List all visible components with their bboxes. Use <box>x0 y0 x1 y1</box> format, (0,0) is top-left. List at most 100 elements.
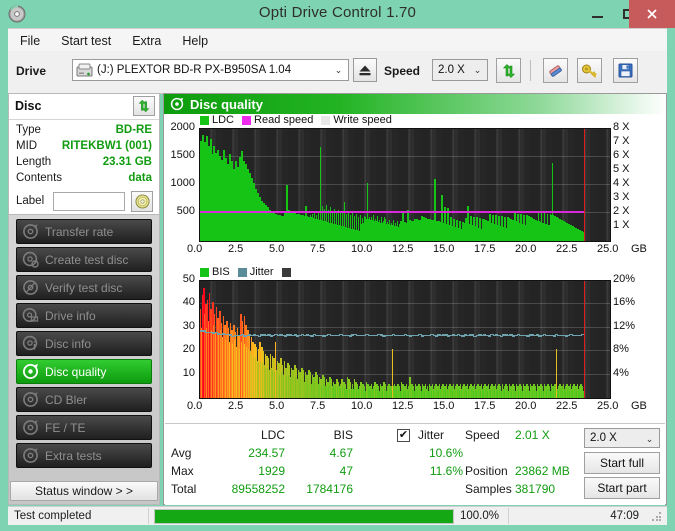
x-tick-label: 10.0 <box>351 243 372 255</box>
x-tick-label: 0.0 <box>187 400 202 412</box>
erase-button[interactable] <box>543 58 568 83</box>
start-full-button[interactable]: Start full <box>584 452 660 474</box>
y2-tick-label: 5 X <box>613 163 630 175</box>
eject-button[interactable] <box>353 58 377 82</box>
stats-samples-value: 381790 <box>515 482 585 496</box>
legend-entry: LDC <box>200 114 234 126</box>
progress-bar <box>154 509 454 524</box>
x-tick-label: 12.5 <box>392 400 413 412</box>
disc-info-icon <box>22 335 39 352</box>
y2-tick-label: 3 X <box>613 191 630 203</box>
bis-chart-plot[interactable] <box>199 280 611 399</box>
disc-label-button[interactable] <box>131 191 153 212</box>
sidebar-item-drive-info[interactable]: Drive info <box>16 303 152 328</box>
jitter-line-segment <box>337 335 340 336</box>
y-tick-label: 20 <box>164 343 195 355</box>
legend-entry: BIS <box>200 266 230 278</box>
disc-create-icon <box>22 251 39 268</box>
disc-row-value: RITEKBW1 (001) <box>62 140 152 152</box>
x-tick-label: 25.0 <box>597 400 618 412</box>
sidebar-item-disc-quality[interactable]: Disc quality <box>16 359 152 384</box>
jitter-checkbox[interactable]: ✔ <box>397 429 410 442</box>
eject-icon <box>358 64 372 77</box>
bis-chart[interactable]: BISJitter 10203040504%8%12%16%20%0.02.55… <box>164 266 666 421</box>
start-part-button[interactable]: Start part <box>584 477 660 499</box>
progress-bar-fill <box>155 510 453 523</box>
stats-max-ldc: 1929 <box>225 464 285 478</box>
chevron-down-icon: ⌄ <box>471 64 484 77</box>
legend-entry <box>282 268 294 277</box>
menu-item-help[interactable]: Help <box>173 31 217 51</box>
x-tick-label: 10.0 <box>351 400 372 412</box>
x-tick-label: 5.0 <box>269 243 284 255</box>
disc-fete-icon <box>22 419 39 436</box>
sidebar-item-label: Verify test disc <box>45 281 122 295</box>
ldc-chart[interactable]: LDCRead speedWrite speed 500100015002000… <box>164 114 666 257</box>
test-speed-value: 2.0 X <box>590 432 617 444</box>
sidebar-item-label: Transfer rate <box>45 225 113 239</box>
key-button[interactable] <box>577 58 602 83</box>
speed-label: Speed <box>384 64 420 78</box>
y-tick-label: 10 <box>164 367 195 379</box>
test-speed-select[interactable]: 2.0 X ⌄ <box>584 428 660 448</box>
elapsed-time: 47:09 <box>610 510 639 522</box>
sidebar-item-create-test-disc[interactable]: Create test disc <box>16 247 152 272</box>
gridline <box>200 303 610 304</box>
status-bar: Test completed 100.0% 47:09 <box>8 506 667 525</box>
menu-item-extra[interactable]: Extra <box>123 31 170 51</box>
sidebar-item-cd-bler[interactable]: CD Bler <box>16 387 152 412</box>
legend-entry: Write speed <box>321 114 392 126</box>
title-bar: Opti Drive Control 1.70 <box>0 0 675 28</box>
drive-label: Drive <box>16 64 46 78</box>
speed-select[interactable]: 2.0 X ⌄ <box>432 59 488 81</box>
sidebar-item-label: FE / TE <box>45 421 85 435</box>
x-tick-label: 22.5 <box>556 243 577 255</box>
resize-grip-icon[interactable] <box>652 512 662 522</box>
y2-tick-label: 8 X <box>613 121 630 133</box>
y-tick-label: 50 <box>164 273 195 285</box>
menu-item-file[interactable]: File <box>11 31 49 51</box>
save-button[interactable] <box>613 58 638 83</box>
close-button[interactable] <box>629 0 675 28</box>
sidebar-item-fe-te[interactable]: FE / TE <box>16 415 152 440</box>
disc-quality-icon <box>170 97 184 111</box>
x-tick-label: 12.5 <box>392 243 413 255</box>
disc-refresh-button[interactable] <box>133 96 155 116</box>
disc-row-mid: MID RITEKBW1 (001) <box>9 140 159 155</box>
stats-max-bis: 47 <box>293 464 353 478</box>
drive-select[interactable]: (J:) PLEXTOR BD-R PX-B950SA 1.04 ⌄ <box>72 59 349 81</box>
disc-panel-header: Disc <box>9 94 159 120</box>
y2-tick-label: 1 X <box>613 219 630 231</box>
sidebar-item-disc-info[interactable]: Disc info <box>16 331 152 356</box>
disc-row-value: 23.31 GB <box>103 156 152 168</box>
disc-transfer-icon <box>22 223 39 240</box>
chevron-down-icon: ⌄ <box>332 64 345 77</box>
sidebar-item-verify-test-disc[interactable]: Verify test disc <box>16 275 152 300</box>
status-window-button[interactable]: Status window > > <box>10 481 158 501</box>
disc-quality-panel: Disc quality LDCRead speedWrite speed 50… <box>163 93 667 505</box>
y-tick-label: 40 <box>164 296 195 308</box>
ldc-chart-plot[interactable] <box>199 128 611 242</box>
disc-quality-icon <box>22 363 39 380</box>
disc-extra-icon <box>22 447 39 464</box>
disc-row-key: Contents <box>16 172 62 184</box>
x-tick-label: 7.5 <box>310 243 325 255</box>
legend-label: LDC <box>212 114 234 126</box>
stats-position-label: Position <box>465 464 508 478</box>
disc-label-caption: Label <box>16 195 44 207</box>
x-tick-label: 17.5 <box>474 243 495 255</box>
minimize-button[interactable] <box>582 0 613 28</box>
status-message: Test completed <box>14 510 91 522</box>
jitter-line-segment <box>553 335 556 336</box>
save-icon <box>618 63 633 78</box>
jitter-line-segment <box>526 335 529 336</box>
sidebar-item-extra-tests[interactable]: Extra tests <box>16 443 152 468</box>
x-tick-label: 20.0 <box>515 400 536 412</box>
jitter-line-segment <box>579 335 582 336</box>
disc-label-input[interactable] <box>53 192 125 211</box>
menu-item-start-test[interactable]: Start test <box>52 31 120 51</box>
toolbar-separator <box>530 60 531 81</box>
sidebar-item-transfer-rate[interactable]: Transfer rate <box>16 219 152 244</box>
refresh-button[interactable] <box>496 58 521 83</box>
disc-bler-icon <box>22 391 39 408</box>
